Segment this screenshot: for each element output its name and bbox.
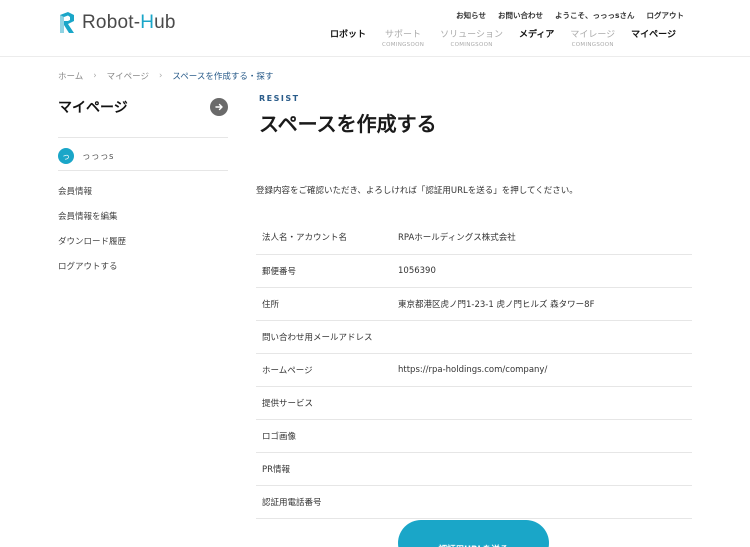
- row-label: ホームページ: [262, 365, 313, 376]
- table-row: 住所 東京都港区虎ノ門1-23-1 虎ノ門ヒルズ 森タワー8F: [256, 287, 692, 320]
- submit-area: 認証用URLを送る: [398, 520, 549, 547]
- site-header: Robot-Hub お知らせ お問い合わせ ようこそ、っっっsさん ログアウト …: [0, 0, 750, 57]
- sidebar-username: っっっs: [82, 152, 114, 162]
- table-row: ロゴ画像: [256, 419, 692, 452]
- top-link-contact[interactable]: お問い合わせ: [498, 10, 543, 21]
- divider: [58, 170, 228, 171]
- row-value: [398, 419, 692, 452]
- section-kicker: RESIST: [259, 94, 300, 103]
- sidebar-item-edit-member-info[interactable]: 会員情報を編集: [58, 210, 228, 235]
- arrow-right-icon[interactable]: [210, 98, 228, 116]
- main-content: RESIST スペースを作成する 登録内容をご確認いただき、よろしければ「認証用…: [256, 94, 692, 519]
- table-row: 問い合わせ用メールアドレス: [256, 320, 692, 353]
- row-value: 東京都港区虎ノ門1-23-1 虎ノ門ヒルズ 森タワー8F: [398, 299, 595, 310]
- top-utility-nav: お知らせ お問い合わせ ようこそ、っっっsさん ログアウト: [456, 10, 684, 21]
- chevron-right-icon: ›: [159, 71, 163, 81]
- breadcrumb-current: スペースを作成する・探す: [172, 72, 274, 82]
- row-value: [398, 485, 692, 518]
- table-row: 提供サービス: [256, 386, 692, 419]
- top-link-logout[interactable]: ログアウト: [647, 10, 685, 21]
- row-label: 住所: [262, 299, 280, 310]
- row-label: 問い合わせ用メールアドレス: [262, 332, 373, 343]
- row-label: 提供サービス: [262, 398, 314, 409]
- row-value: https://rpa-holdings.com/company/: [398, 364, 548, 375]
- sidebar-item-download-history[interactable]: ダウンロード履歴: [58, 235, 228, 260]
- intro-text: 登録内容をご確認いただき、よろしければ「認証用URLを送る」を押してください。: [256, 186, 578, 196]
- table-row: PR情報: [256, 452, 692, 485]
- nav-item-mypage[interactable]: マイページ: [623, 27, 684, 40]
- sidebar-item-member-info[interactable]: 会員情報: [58, 185, 228, 210]
- row-label: PR情報: [262, 464, 291, 475]
- row-label: 認証用電話番号: [262, 497, 322, 508]
- robot-hub-logo-icon: [58, 12, 76, 34]
- nav-item-robot[interactable]: ロボット: [322, 27, 374, 40]
- row-value: 1056390: [398, 265, 436, 276]
- sidebar: マイページ っ っっっs 会員情報 会員情報を編集 ダウンロード履歴 ログアウト…: [58, 95, 228, 285]
- top-link-welcome-user[interactable]: ようこそ、っっっsさん: [555, 10, 634, 21]
- row-label: ロゴ画像: [262, 431, 297, 442]
- table-row: 郵便番号 1056390: [256, 254, 692, 287]
- nav-item-mileage: マイレージ COMINGSOON: [570, 30, 616, 48]
- sidebar-item-logout[interactable]: ログアウトする: [58, 260, 228, 285]
- confirmation-table: 法人名・アカウント名 RPAホールディングス株式会社 郵便番号 1056390 住所…: [256, 221, 692, 519]
- sidebar-menu: 会員情報 会員情報を編集 ダウンロード履歴 ログアウトする: [58, 185, 228, 285]
- table-row: 法人名・アカウント名 RPAホールディングス株式会社: [256, 221, 692, 254]
- table-row: ホームページ https://rpa-holdings.com/company/: [256, 353, 692, 386]
- send-auth-url-button[interactable]: 認証用URLを送る: [398, 520, 549, 547]
- row-value: [398, 320, 692, 353]
- chevron-right-icon: ›: [93, 71, 97, 81]
- row-label: 法人名・アカウント名: [262, 233, 348, 244]
- nav-item-support: サポート COMINGSOON: [381, 30, 425, 48]
- sidebar-user: っ っっっs: [58, 142, 228, 170]
- main-nav: ロボット サポート COMINGSOON ソリューション COMINGSOON …: [322, 27, 684, 48]
- divider: [58, 137, 228, 138]
- row-value: RPAホールディングス株式会社: [398, 233, 516, 244]
- table-row: 認証用電話番号: [256, 485, 692, 518]
- row-value: [398, 452, 692, 485]
- page-title: スペースを作成する: [259, 112, 437, 136]
- site-logo[interactable]: Robot-Hub: [58, 12, 176, 34]
- row-label: 郵便番号: [262, 266, 297, 277]
- breadcrumb: ホーム › マイページ › スペースを作成する・探す: [58, 70, 273, 82]
- row-value: [398, 386, 692, 419]
- nav-item-solution: ソリューション COMINGSOON: [440, 30, 503, 48]
- nav-item-media[interactable]: メディア: [511, 27, 562, 40]
- avatar: っ: [58, 148, 74, 164]
- sidebar-title: マイページ: [58, 100, 128, 116]
- top-link-news[interactable]: お知らせ: [456, 10, 486, 21]
- breadcrumb-mypage[interactable]: マイページ: [107, 70, 149, 82]
- logo-text: Robot-Hub: [82, 12, 176, 33]
- breadcrumb-home[interactable]: ホーム: [58, 70, 83, 82]
- sidebar-header: マイページ: [58, 95, 228, 119]
